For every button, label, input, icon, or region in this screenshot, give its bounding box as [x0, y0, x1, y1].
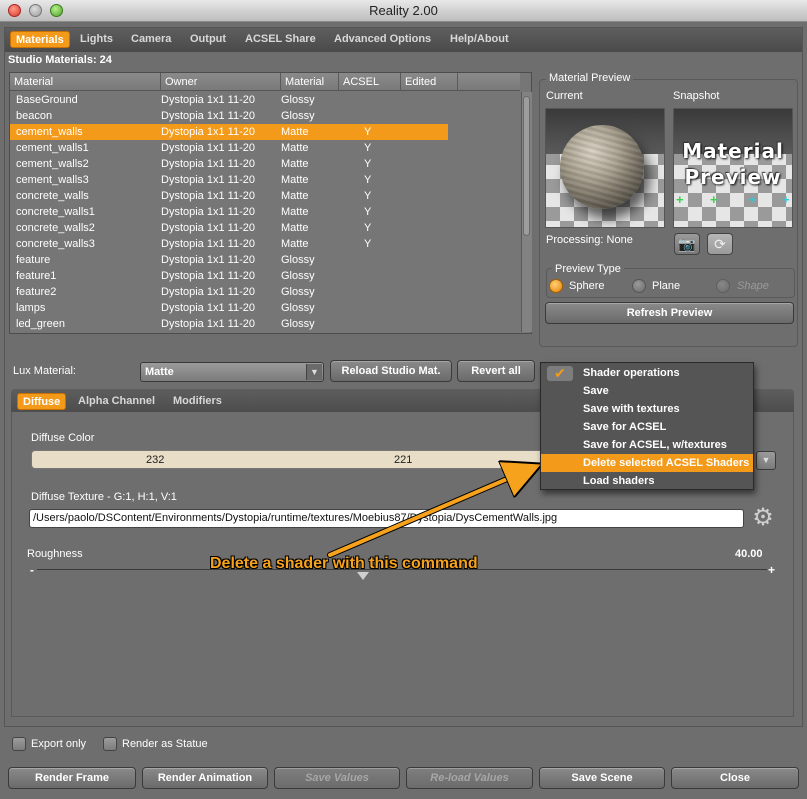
close-button[interactable]: Close [671, 767, 799, 789]
menu-item[interactable]: Save [541, 382, 753, 400]
menu-item[interactable]: Load shaders [541, 472, 753, 490]
menu-item[interactable]: Save for ACSEL [541, 418, 753, 436]
menu-item[interactable]: Save with textures [541, 400, 753, 418]
menu-item[interactable]: Save for ACSEL, w/textures [541, 436, 753, 454]
render-animation-button[interactable]: Render Animation [142, 767, 268, 789]
render-as-statue-label: Render as Statue [122, 738, 208, 750]
render-as-statue-checkbox[interactable] [103, 737, 117, 751]
menu-item[interactable]: Shader operations [541, 364, 753, 382]
callout-text: Delete a shader with this command [210, 555, 478, 572]
export-only-checkbox[interactable] [12, 737, 26, 751]
reload-values-button[interactable]: Re-load Values [406, 767, 533, 789]
shader-operations-menu[interactable]: ✔ Shader operations Save Save with texture… [540, 362, 754, 490]
export-only-label: Export only [31, 738, 87, 750]
save-scene-button[interactable]: Save Scene [539, 767, 665, 789]
save-values-button[interactable]: Save Values [274, 767, 400, 789]
menu-item[interactable]: Delete selected ACSEL Shaders [541, 454, 753, 472]
render-frame-button[interactable]: Render Frame [8, 767, 136, 789]
